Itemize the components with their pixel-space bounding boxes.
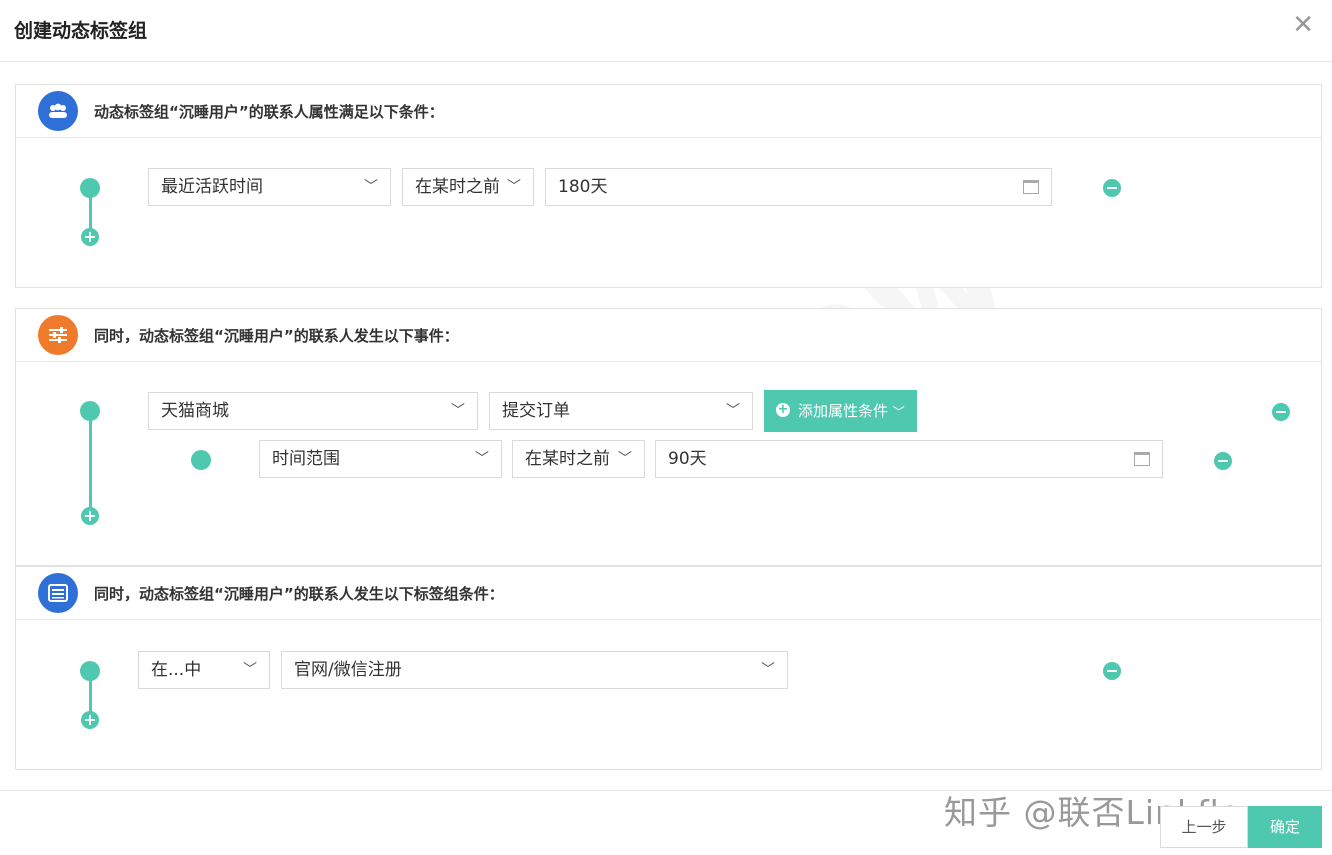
calendar-icon <box>1134 452 1150 466</box>
remove-sub-condition-button[interactable] <box>1214 452 1232 470</box>
chevron-down-icon: ﹀ <box>507 179 521 195</box>
attribute-conditions-panel: 动态标签组“沉睡用户”的联系人属性满足以下条件： + 最近活跃时间 ﹀ 在某时之前… <box>15 84 1322 288</box>
chevron-down-icon: ﹀ <box>451 403 465 419</box>
tag-group-value: 官网/微信注册 <box>294 660 402 680</box>
section-header: 同时，动态标签组“沉睡用户”的联系人发生以下事件： <box>16 309 1321 362</box>
chevron-down-icon: ﹀ <box>618 451 632 467</box>
operator-select[interactable]: 在某时之前 ﹀ <box>402 168 534 206</box>
event-type-value: 提交订单 <box>502 401 570 421</box>
chevron-down-icon: ﹀ <box>726 403 740 419</box>
chevron-down-icon: ﹀ <box>892 405 905 419</box>
section-header: 动态标签组“沉睡用户”的联系人属性满足以下条件： <box>16 85 1321 138</box>
add-attribute-condition-button[interactable]: + 添加属性条件 ﹀ <box>764 390 917 432</box>
remove-event-button[interactable] <box>1272 403 1290 421</box>
connector-line <box>89 418 92 510</box>
section-title: 同时，动态标签组“沉睡用户”的联系人发生以下标签组条件： <box>94 585 504 603</box>
add-condition-button[interactable]: + <box>81 507 99 525</box>
header-divider <box>0 61 1332 62</box>
field-select-value: 最近活跃时间 <box>161 177 263 197</box>
sub-field-select[interactable]: 时间范围 ﹀ <box>259 440 502 478</box>
value-text: 180天 <box>558 177 608 197</box>
chevron-down-icon: ﹀ <box>475 451 489 467</box>
sub-operator-select[interactable]: 在某时之前 ﹀ <box>512 440 645 478</box>
section-header: 同时，动态标签组“沉睡用户”的联系人发生以下标签组条件： <box>16 567 1321 620</box>
previous-step-button[interactable]: 上一步 <box>1160 806 1248 848</box>
sub-field-value: 时间范围 <box>272 449 340 469</box>
chevron-down-icon: ﹀ <box>761 662 775 678</box>
calendar-icon <box>1023 180 1039 194</box>
list-icon <box>38 573 78 613</box>
sub-condition-node <box>191 450 211 470</box>
dialog-title: 创建动态标签组 <box>14 20 148 42</box>
tag-group-conditions-panel: 同时，动态标签组“沉睡用户”的联系人发生以下标签组条件： + 在...中 ﹀ 官网… <box>15 566 1322 770</box>
event-conditions-panel: 同时，动态标签组“沉睡用户”的联系人发生以下事件： + 天猫商城 ﹀ 提交订单 ﹀ … <box>15 308 1322 566</box>
tag-operator-value: 在...中 <box>151 660 202 680</box>
operator-select-value: 在某时之前 <box>415 177 500 197</box>
users-icon <box>38 91 78 131</box>
plus-circle-icon: + <box>776 401 790 417</box>
add-attribute-label: 添加属性条件 <box>798 402 889 420</box>
section-title: 动态标签组“沉睡用户”的联系人属性满足以下条件： <box>94 103 444 121</box>
sliders-icon <box>38 315 78 355</box>
tag-group-select[interactable]: 官网/微信注册 ﹀ <box>281 651 788 689</box>
add-condition-button[interactable]: + <box>81 711 99 729</box>
chevron-down-icon: ﹀ <box>243 662 257 678</box>
sub-value-text: 90天 <box>668 449 707 469</box>
remove-condition-button[interactable] <box>1103 179 1121 197</box>
sub-value-date-input[interactable]: 90天 <box>655 440 1163 478</box>
event-source-value: 天猫商城 <box>161 401 229 421</box>
remove-tag-condition-button[interactable] <box>1103 662 1121 680</box>
event-source-select[interactable]: 天猫商城 ﹀ <box>148 392 478 430</box>
confirm-button[interactable]: 确定 <box>1248 806 1322 848</box>
event-type-select[interactable]: 提交订单 ﹀ <box>489 392 753 430</box>
add-condition-button[interactable]: + <box>81 228 99 246</box>
value-date-input[interactable]: 180天 <box>545 168 1052 206</box>
field-select[interactable]: 最近活跃时间 ﹀ <box>148 168 391 206</box>
close-icon[interactable]: ✕ <box>1292 10 1314 40</box>
tag-operator-select[interactable]: 在...中 ﹀ <box>138 651 270 689</box>
connector-line <box>89 195 92 231</box>
chevron-down-icon: ﹀ <box>364 179 378 195</box>
section-title: 同时，动态标签组“沉睡用户”的联系人发生以下事件： <box>94 327 459 345</box>
sub-operator-value: 在某时之前 <box>525 449 610 469</box>
connector-line <box>89 678 92 714</box>
